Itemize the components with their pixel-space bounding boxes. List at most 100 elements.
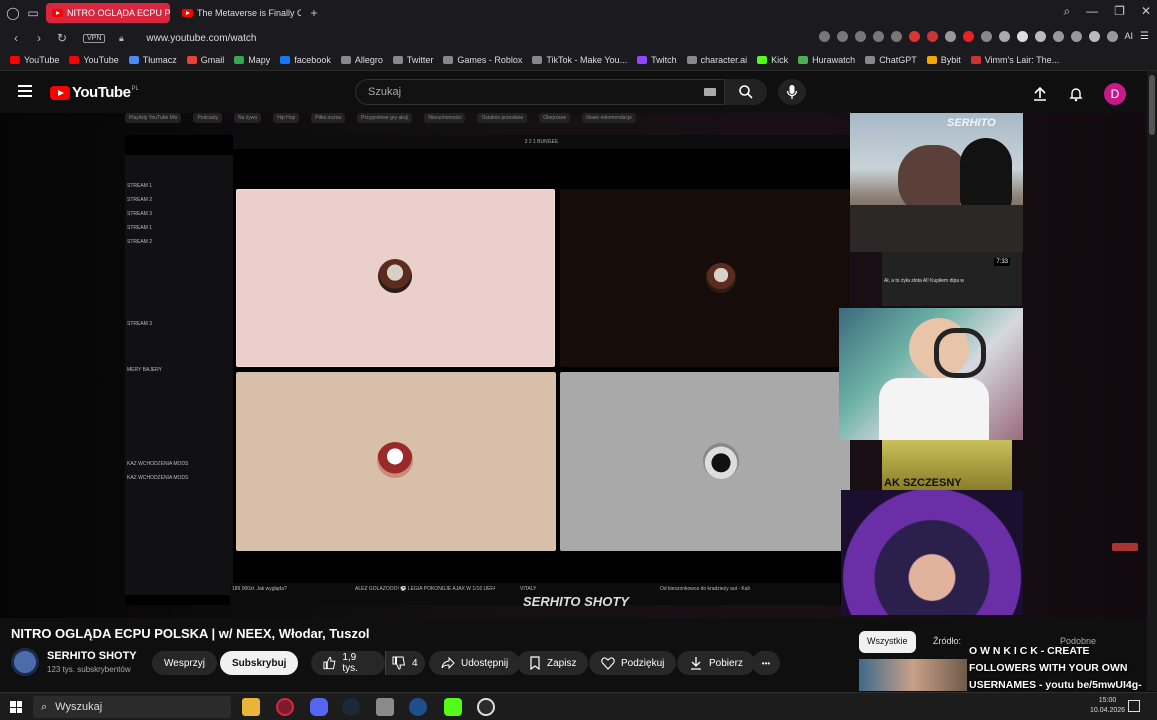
search-tabs-icon[interactable]: ⌕ <box>1063 4 1070 19</box>
reload-icon[interactable]: ↻ <box>55 31 69 45</box>
extension-icon[interactable] <box>1016 31 1028 42</box>
menu-icon[interactable]: ☰ <box>1140 31 1149 42</box>
app-icon[interactable] <box>376 698 394 716</box>
notifications-bell-icon[interactable] <box>1068 86 1084 102</box>
search-input[interactable]: Szukaj <box>355 79 725 105</box>
vpn-badge[interactable]: VPN <box>83 33 106 43</box>
search-icon: ⌕ <box>41 700 48 713</box>
download-button[interactable]: Pobierz <box>677 651 755 675</box>
bookmark-item[interactable]: YouTube <box>69 55 119 65</box>
bookmark-item[interactable]: TikTok - Make You... <box>532 55 627 65</box>
new-tab-button[interactable]: + <box>307 6 321 20</box>
extension-icon[interactable] <box>926 31 938 42</box>
bookmark-item[interactable]: Vimm's Lair: The... <box>970 55 1059 65</box>
discord-channel: STREAM 2 <box>127 197 153 203</box>
bookmark-icon <box>280 56 291 64</box>
extension-icon[interactable] <box>890 31 902 42</box>
extension-icon[interactable] <box>1034 31 1046 42</box>
bookmark-label: Hurawatch <box>812 55 856 65</box>
account-avatar[interactable]: D <box>1104 83 1126 105</box>
tab-metaverse[interactable]: The Metaverse is Finally C... <box>176 3 301 23</box>
bookmark-item[interactable]: Games - Roblox <box>443 55 522 65</box>
dislike-button[interactable]: 4 <box>385 651 425 675</box>
extension-icon[interactable] <box>908 31 920 42</box>
like-button[interactable]: 1,9 tys. <box>311 651 385 675</box>
voice-search-button[interactable] <box>778 79 806 105</box>
steam-icon-2[interactable] <box>409 698 427 716</box>
bookmark-item[interactable]: YouTube <box>10 55 59 65</box>
bookmark-item[interactable]: Tłumacz <box>128 55 177 65</box>
bookmark-item[interactable]: ChatGPT <box>865 55 917 65</box>
close-icon[interactable]: ✕ <box>1141 4 1151 19</box>
extension-icon[interactable] <box>836 31 848 42</box>
save-button[interactable]: Zapisz <box>517 651 589 675</box>
extension-icon[interactable] <box>818 31 830 42</box>
forward-icon[interactable]: › <box>32 31 46 45</box>
back-icon[interactable]: ‹ <box>9 31 23 45</box>
hamburger-menu-icon[interactable] <box>18 85 32 97</box>
minimize-icon[interactable]: — <box>1086 4 1098 19</box>
extension-icon[interactable] <box>944 31 956 42</box>
subscribe-button[interactable]: Subskrybuj <box>220 651 299 675</box>
windows-start-icon[interactable] <box>10 701 22 713</box>
extension-icon[interactable] <box>980 31 992 42</box>
extension-icon[interactable] <box>1088 31 1100 42</box>
bookmark-item[interactable]: Gmail <box>186 55 224 65</box>
channel-avatar[interactable] <box>11 648 39 676</box>
extension-icon[interactable] <box>1070 31 1082 42</box>
upload-icon[interactable] <box>1032 86 1048 102</box>
page-scrollbar[interactable] <box>1147 71 1157 691</box>
bookmark-item[interactable]: Bybit <box>926 55 961 65</box>
filter-chip-all[interactable]: Wszystkie <box>859 631 916 653</box>
scrollbar-thumb[interactable] <box>1149 75 1155 135</box>
tab-menu-icon[interactable]: ▭ <box>26 6 40 20</box>
bookmark-item[interactable]: Twitch <box>637 55 677 65</box>
maximize-icon[interactable]: ❐ <box>1114 4 1125 19</box>
youtube-header: YouTube PL Szukaj D <box>0 71 1145 113</box>
extension-icon[interactable] <box>998 31 1010 42</box>
bookmark-item[interactable]: facebook <box>280 55 331 65</box>
discord-icon[interactable] <box>310 698 328 716</box>
youtube-logo[interactable]: YouTube PL <box>50 84 139 101</box>
extension-icon[interactable] <box>1052 31 1064 42</box>
taskbar-search[interactable]: ⌕ Wyszukaj <box>33 696 231 718</box>
keyboard-icon[interactable] <box>704 88 716 96</box>
more-actions-button[interactable]: ••• <box>752 651 780 675</box>
recommended-video-thumbnail[interactable] <box>859 659 967 691</box>
system-clock[interactable]: 15:00 10.04.2026 <box>1090 696 1125 716</box>
bookmark-item[interactable]: Allegro <box>340 55 383 65</box>
kick-app-icon[interactable] <box>444 698 462 716</box>
channel-name[interactable]: SERHITO SHOTY <box>47 650 137 662</box>
webcam-watermark: SERHITO <box>947 117 996 129</box>
search-button[interactable] <box>725 79 767 105</box>
app-icon-circle[interactable] <box>477 698 495 716</box>
opera-browser-icon[interactable] <box>276 698 294 716</box>
extension-icon[interactable] <box>872 31 884 42</box>
extension-icon[interactable] <box>962 31 974 42</box>
bookmark-item[interactable]: Hurawatch <box>798 55 855 65</box>
bookmark-item[interactable]: character.ai <box>686 55 747 65</box>
file-explorer-icon[interactable] <box>242 698 260 716</box>
steam-icon[interactable] <box>342 698 360 716</box>
discord-channel: KAZ WCHODZENIA MODS <box>127 475 189 481</box>
save-label: Zapisz <box>547 657 577 669</box>
video-player[interactable]: Playlisty YouTube Mix Podcasty Na żywo Hip … <box>0 113 1145 618</box>
bookmark-item[interactable]: Mapy <box>234 55 270 65</box>
ai-button[interactable]: AI <box>1125 31 1134 42</box>
extension-icon[interactable] <box>854 31 866 42</box>
bookmark-item[interactable]: Kick <box>757 55 788 65</box>
filter-chip-source[interactable]: Źródło: <box>933 636 961 646</box>
discord-channel: STREAM 3 <box>127 321 153 327</box>
bookmark-item[interactable]: Twitter <box>392 55 433 65</box>
tab-nitro[interactable]: NITRO OGLĄDA ECPU PO... <box>46 3 170 23</box>
bookmark-icon <box>970 56 981 64</box>
notifications-icon[interactable] <box>1128 700 1140 712</box>
opera-logo-icon[interactable]: ◯ <box>6 6 20 20</box>
url-field[interactable]: www.youtube.com/watch <box>146 33 256 44</box>
download-icon[interactable] <box>1106 31 1118 42</box>
thanks-button[interactable]: Podziękuj <box>589 651 677 675</box>
support-button[interactable]: Wesprzyj <box>152 651 217 675</box>
youtube-favicon-icon <box>182 9 193 17</box>
youtube-favicon-icon <box>52 9 63 17</box>
share-button[interactable]: Udostępnij <box>429 651 521 675</box>
